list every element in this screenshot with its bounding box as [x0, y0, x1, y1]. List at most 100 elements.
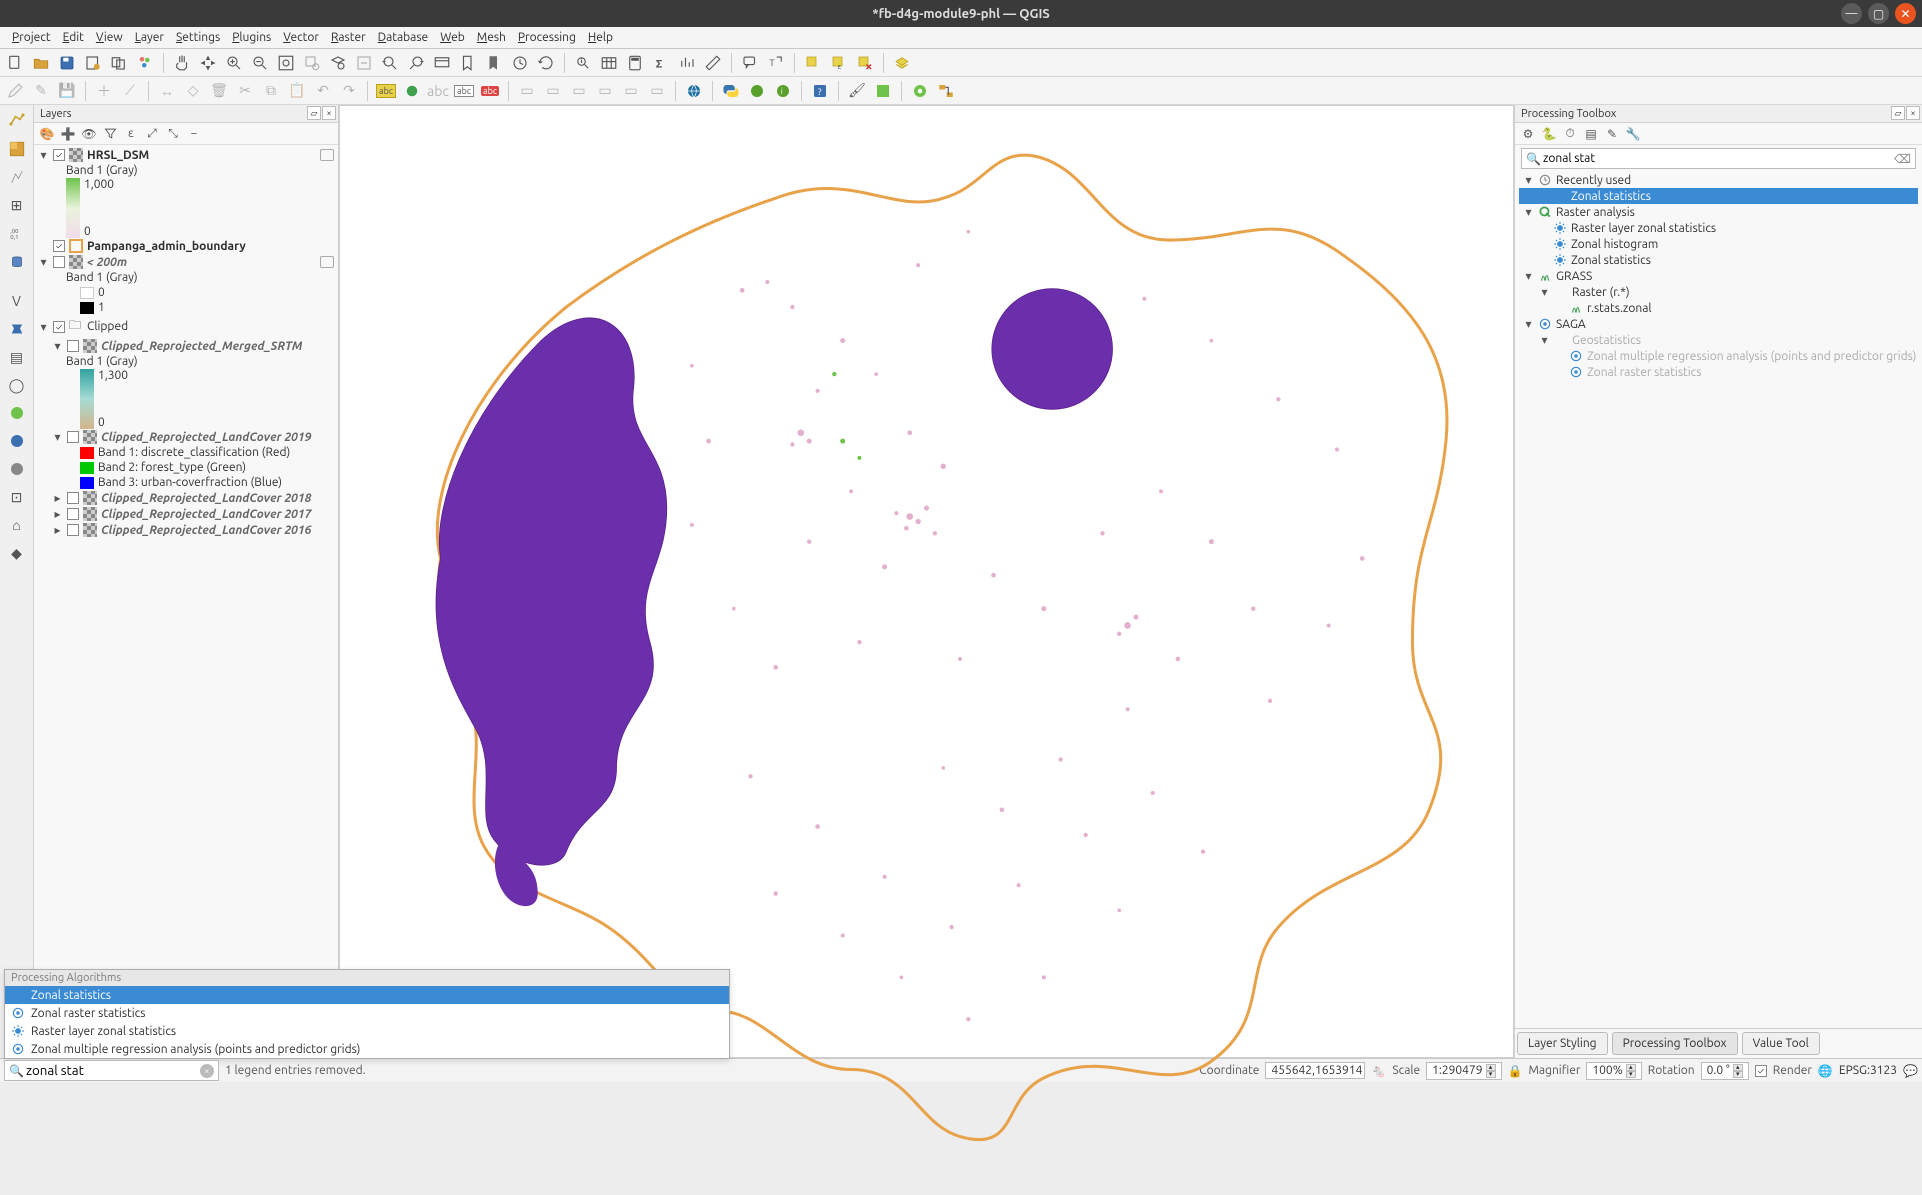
locator-item[interactable]: Zonal statistics — [5, 986, 729, 1004]
ds-virtual-icon[interactable]: V — [5, 289, 29, 313]
processing-toolbox-icon[interactable] — [909, 80, 931, 102]
ds-newvector-icon[interactable] — [5, 165, 29, 189]
copy-icon[interactable]: ⧉ — [260, 80, 282, 102]
results-icon[interactable]: ▤ — [1582, 125, 1600, 143]
plugin-b-icon[interactable] — [872, 80, 894, 102]
ds-xyz-icon[interactable]: ⊡ — [5, 485, 29, 509]
deselect-icon[interactable] — [854, 52, 876, 74]
menu-mesh[interactable]: Mesh — [471, 29, 512, 46]
layer-remove-icon[interactable]: − — [185, 125, 203, 143]
select-features-icon[interactable] — [802, 52, 824, 74]
layer-add-group-icon[interactable]: ➕ — [59, 125, 77, 143]
tab-layer-styling[interactable]: Layer Styling — [1517, 1032, 1608, 1055]
layer-row-lc2016[interactable]: ▸Clipped_Reprojected_LandCover 2016 — [38, 522, 334, 538]
save-project-icon[interactable] — [56, 52, 78, 74]
new-annotation-icon[interactable]: T — [765, 52, 787, 74]
layer-checkbox[interactable] — [53, 256, 65, 268]
map-tips-icon[interactable] — [739, 52, 761, 74]
layer-collapse-icon[interactable]: ⤡ — [164, 125, 182, 143]
layer-checkbox[interactable] — [53, 321, 65, 333]
layer-style-icon[interactable]: 🎨 — [38, 125, 56, 143]
tree-item[interactable]: Zonal statistics — [1519, 252, 1918, 268]
pan-to-selection-icon[interactable] — [197, 52, 219, 74]
panel-close-icon[interactable]: × — [1906, 106, 1920, 120]
menu-help[interactable]: Help — [582, 29, 619, 46]
processing-tree[interactable]: ▾Recently usedZonal statistics▾Raster an… — [1515, 172, 1922, 1028]
crs-label[interactable]: EPSG:3123 — [1839, 1064, 1897, 1077]
tree-group[interactable]: ▾Raster (r.*) — [1519, 284, 1918, 300]
refresh-icon[interactable] — [535, 52, 557, 74]
layout-manager-icon[interactable] — [108, 52, 130, 74]
zoom-layer-icon[interactable] — [327, 52, 349, 74]
menu-raster[interactable]: Raster — [325, 29, 372, 46]
layer-visibility-icon[interactable]: 👁 — [80, 125, 98, 143]
menu-settings[interactable]: Settings — [170, 29, 226, 46]
layer-row-200m[interactable]: ▾ < 200m — [38, 254, 334, 270]
toolbox-icon-2[interactable] — [891, 52, 913, 74]
layer-tree[interactable]: ▾ HRSL_DSM Band 1 (Gray) 1,000 0 Pampang… — [34, 145, 338, 1058]
edit-pencil-icon[interactable] — [4, 80, 26, 102]
new-project-icon[interactable] — [4, 52, 26, 74]
ds-delimited-icon[interactable]: ,000,1 — [5, 221, 29, 245]
panel-float-icon[interactable]: ▱ — [307, 106, 321, 120]
layer-row-lc2018[interactable]: ▸Clipped_Reprojected_LandCover 2018 — [38, 490, 334, 506]
zoom-full-icon[interactable] — [275, 52, 297, 74]
layer-row-hrsl[interactable]: ▾ HRSL_DSM — [38, 147, 334, 163]
tree-item[interactable]: Zonal histogram — [1519, 236, 1918, 252]
menu-database[interactable]: Database — [372, 29, 435, 46]
ds-oracle-icon[interactable]: ◯ — [5, 373, 29, 397]
new-print-layout-icon[interactable] — [82, 52, 104, 74]
history-icon[interactable]: ⏱ — [1561, 125, 1579, 143]
paste-icon[interactable]: 📋 — [286, 80, 308, 102]
t2-c[interactable]: ▭ — [568, 80, 590, 102]
tree-item[interactable]: Zonal statistics — [1519, 188, 1918, 204]
move-feature-icon[interactable]: ↔ — [156, 80, 178, 102]
tree-group[interactable]: ▾Recently used — [1519, 172, 1918, 188]
metasearch-icon[interactable] — [683, 80, 705, 102]
redo-icon[interactable]: ↷ — [338, 80, 360, 102]
tree-group[interactable]: ▾Raster analysis — [1519, 204, 1918, 220]
ds-arcgis-icon[interactable]: ⌂ — [5, 513, 29, 537]
tree-group[interactable]: ▾SAGA — [1519, 316, 1918, 332]
menu-vector[interactable]: Vector — [277, 29, 325, 46]
t2-f[interactable]: ▭ — [646, 80, 668, 102]
expand-icon[interactable]: ▾ — [38, 321, 49, 332]
tree-item[interactable]: Raster layer zonal statistics — [1519, 220, 1918, 236]
render-checkbox[interactable] — [1755, 1065, 1767, 1077]
expand-icon[interactable]: ▾ — [52, 341, 63, 352]
help-icon[interactable]: ? — [809, 80, 831, 102]
select-by-value-icon[interactable]: ε — [828, 52, 850, 74]
expand-icon[interactable]: ▾ — [38, 150, 49, 161]
layer-checkbox[interactable] — [67, 340, 79, 352]
graphical-modeler-icon[interactable] — [935, 80, 957, 102]
expand-icon[interactable]: ▾ — [52, 432, 63, 443]
tree-group[interactable]: ▾Geostatistics — [1519, 332, 1918, 348]
t2-b[interactable]: ▭ — [542, 80, 564, 102]
expand-icon[interactable]: ▾ — [38, 257, 49, 268]
menu-plugins[interactable]: Plugins — [226, 29, 277, 46]
layer-checkbox[interactable] — [67, 431, 79, 443]
window-maximize-button[interactable]: ▢ — [1868, 3, 1889, 24]
layer-row-lc2017[interactable]: ▸Clipped_Reprojected_LandCover 2017 — [38, 506, 334, 522]
open-attribute-table-icon[interactable] — [598, 52, 620, 74]
measure-icon[interactable] — [702, 52, 724, 74]
ds-vector-icon[interactable] — [5, 109, 29, 133]
edit-inplace-icon[interactable]: ✎ — [1603, 125, 1621, 143]
layer-expand-icon[interactable]: ⤢ — [143, 125, 161, 143]
clear-search-icon[interactable]: ⌫ — [1894, 152, 1911, 166]
menu-processing[interactable]: Processing — [512, 29, 582, 46]
ds-mssql-icon[interactable]: ▤ — [5, 345, 29, 369]
label-abc-icon[interactable]: abc — [375, 80, 397, 102]
zoom-selection-icon[interactable] — [301, 52, 323, 74]
undo-icon[interactable]: ↶ — [312, 80, 334, 102]
style-manager-icon[interactable] — [134, 52, 156, 74]
temporal-controller-icon[interactable] — [509, 52, 531, 74]
ds-postgis-icon[interactable] — [5, 317, 29, 341]
field-calculator-icon[interactable] — [624, 52, 646, 74]
digitize-icon[interactable]: ⟋ — [119, 80, 141, 102]
layer-row-srtm[interactable]: ▾ Clipped_Reprojected_Merged_SRTM — [38, 338, 334, 354]
zoom-next-icon[interactable] — [405, 52, 427, 74]
menu-web[interactable]: Web — [434, 29, 471, 46]
toggle-editing-icon[interactable]: ✎ — [30, 80, 52, 102]
tree-group[interactable]: ▾GRASS — [1519, 268, 1918, 284]
